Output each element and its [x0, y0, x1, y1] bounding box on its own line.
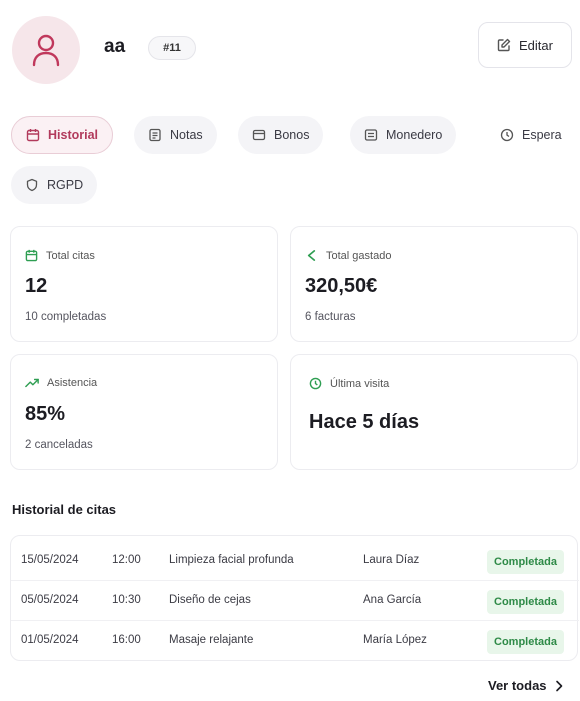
- edit-button[interactable]: Editar: [478, 22, 572, 68]
- appointment-staff: Ana García: [363, 594, 422, 606]
- appointment-time: 12:00: [112, 554, 141, 566]
- stat-value: 320,50€: [305, 275, 378, 297]
- client-header: aa #11 Editar: [0, 0, 580, 100]
- trending-up-icon: [25, 378, 39, 388]
- edit-button-label: Editar: [519, 37, 553, 53]
- stat-label: Total citas: [46, 249, 95, 262]
- clock-icon: [500, 128, 514, 142]
- stat-card-total-gastado: Total gastado 320,50€ 6 facturas: [290, 226, 578, 342]
- stat-subtext: 2 canceladas: [25, 439, 93, 451]
- client-name: aa: [104, 36, 126, 57]
- history-title: Historial de citas: [12, 502, 117, 517]
- stat-label: Asistencia: [47, 377, 98, 389]
- stat-card-ultima-visita: Última visita Hace 5 días: [290, 354, 578, 470]
- status-badge: Completada: [487, 590, 564, 614]
- calendar-icon: [25, 249, 38, 262]
- appointments-table: 15/05/2024 12:00 Limpieza facial profund…: [10, 535, 579, 661]
- edit-icon: [497, 38, 511, 52]
- avatar: [12, 16, 80, 84]
- tab-rgpd[interactable]: RGPD: [11, 166, 98, 204]
- appointment-staff: María López: [363, 634, 427, 646]
- see-all-link[interactable]: Ver todas: [488, 678, 563, 693]
- table-row[interactable]: 05/05/2024 10:30 Diseño de cejas Ana Gar…: [11, 580, 579, 620]
- stat-subtext: 10 completadas: [25, 311, 107, 323]
- stat-subtext: 6 facturas: [305, 311, 356, 323]
- appointment-staff: Laura Díaz: [363, 554, 420, 566]
- voucher-icon: [252, 129, 266, 141]
- status-badge: Completada: [487, 630, 564, 654]
- tab-notas-label: Notas: [170, 128, 203, 142]
- table-row[interactable]: 01/05/2024 16:00 Masaje relajante María …: [11, 620, 579, 660]
- table-row[interactable]: 15/05/2024 12:00 Limpieza facial profund…: [11, 540, 579, 580]
- clock-icon: [309, 377, 322, 390]
- stat-value: Hace 5 días: [309, 411, 420, 433]
- tab-historial-label: Historial: [48, 128, 99, 142]
- wallet-icon: [364, 129, 378, 141]
- user-icon: [32, 34, 60, 67]
- stat-label: Total gastado: [326, 249, 392, 262]
- chevron-left-icon: [307, 250, 316, 261]
- calendar-icon: [26, 129, 40, 142]
- tab-monedero-label: Monedero: [386, 128, 443, 142]
- appointment-service: Masaje relajante: [169, 634, 254, 646]
- appointment-date: 01/05/2024: [21, 634, 79, 646]
- notes-icon: [149, 128, 161, 142]
- stat-value: 12: [25, 275, 48, 297]
- appointment-time: 16:00: [112, 634, 141, 646]
- appointment-time: 10:30: [112, 594, 141, 606]
- tab-rgpd-label: RGPD: [47, 178, 84, 192]
- stat-card-total-citas: Total citas 12 10 completadas: [10, 226, 278, 342]
- appointment-service: Limpieza facial profunda: [169, 554, 294, 566]
- tab-espera[interactable]: Espera: [486, 116, 568, 154]
- appointment-date: 15/05/2024: [21, 554, 79, 566]
- appointment-service: Diseño de cejas: [169, 594, 251, 606]
- appointment-date: 05/05/2024: [21, 594, 79, 606]
- chevron-right-icon: [555, 680, 562, 691]
- tab-espera-label: Espera: [522, 128, 562, 142]
- client-id-badge: #11: [148, 36, 196, 60]
- stat-value: 85%: [25, 403, 66, 425]
- tab-notas[interactable]: Notas: [134, 116, 217, 154]
- tab-historial[interactable]: Historial: [11, 116, 114, 154]
- shield-icon: [26, 178, 38, 192]
- tab-bonos[interactable]: Bonos: [238, 116, 324, 154]
- status-badge: Completada: [487, 550, 564, 574]
- stat-card-asistencia: Asistencia 85% 2 canceladas: [10, 354, 278, 470]
- stat-label: Última visita: [330, 377, 390, 390]
- tab-bonos-label: Bonos: [274, 128, 310, 142]
- tab-monedero[interactable]: Monedero: [350, 116, 457, 154]
- see-all-label: Ver todas: [488, 678, 547, 693]
